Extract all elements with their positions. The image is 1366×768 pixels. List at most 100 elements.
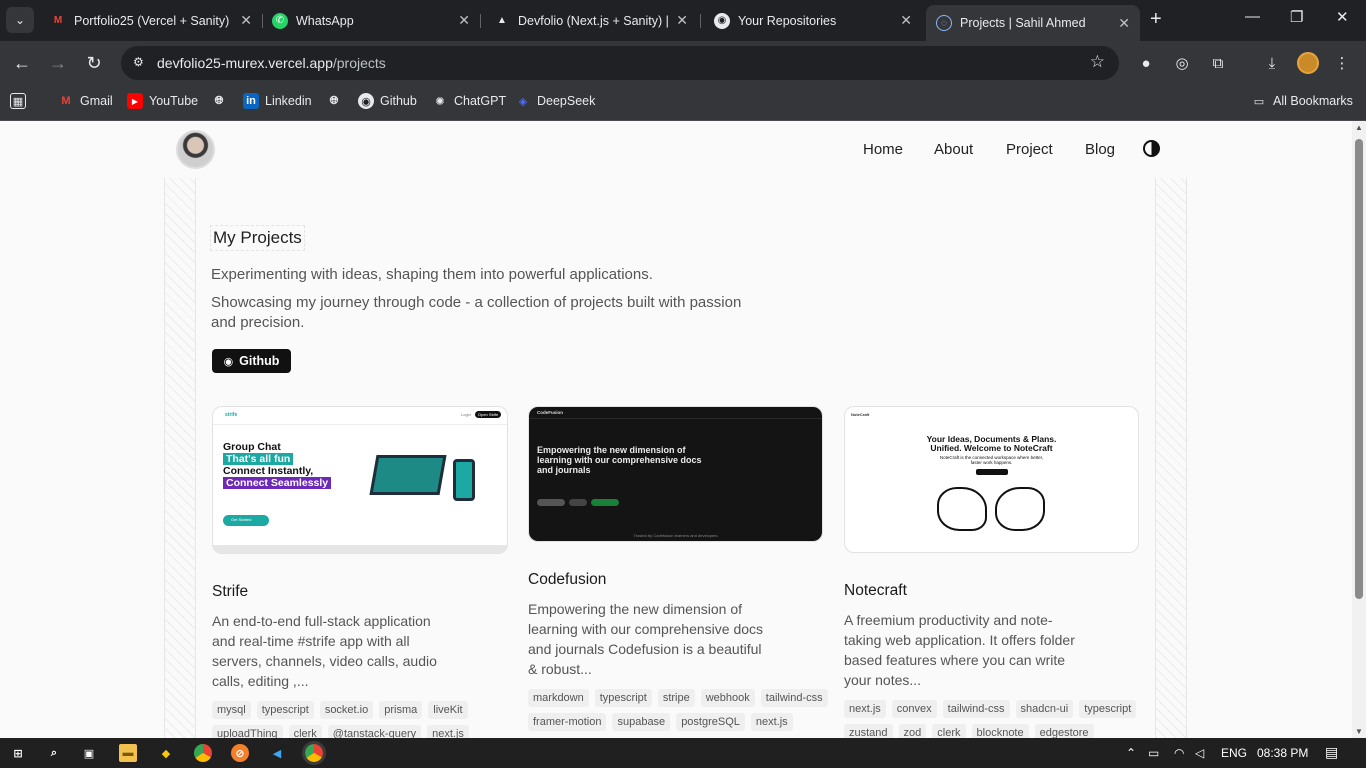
bookmark-deepseek[interactable]: ◈ DeepSeek bbox=[515, 93, 596, 109]
phone-illustration bbox=[453, 459, 475, 501]
tab-devfolio[interactable]: ▲ Devfolio (Next.js + Sanity) | s ✕ bbox=[484, 6, 698, 35]
close-tab-icon[interactable]: ✕ bbox=[676, 12, 688, 29]
language-indicator[interactable]: ENG bbox=[1221, 746, 1247, 760]
whatsapp-icon: ✆ bbox=[272, 12, 288, 29]
app-icon-orange[interactable]: ⊘ bbox=[231, 744, 249, 762]
tab-projects-active[interactable]: ◌ Projects | Sahil Ahmed ✕ bbox=[926, 5, 1140, 41]
file-explorer-icon[interactable]: ▬ bbox=[119, 744, 137, 762]
reload-icon[interactable]: ↻ bbox=[81, 50, 107, 76]
close-window-icon[interactable]: ✕ bbox=[1336, 8, 1349, 26]
close-tab-icon[interactable]: ✕ bbox=[240, 12, 252, 29]
site-settings-icon[interactable]: ⚙ bbox=[133, 55, 149, 71]
menu-kebab-icon[interactable]: ⋮ bbox=[1332, 53, 1352, 73]
nav-home[interactable]: Home bbox=[863, 141, 903, 158]
clock[interactable]: 08:38 PM bbox=[1257, 746, 1308, 760]
person-illustration bbox=[937, 487, 987, 531]
vscode-icon[interactable]: ◀ bbox=[268, 744, 286, 762]
tag: clerk bbox=[288, 725, 322, 738]
tag: prisma bbox=[379, 701, 423, 719]
wifi-icon[interactable]: ◠ bbox=[1174, 746, 1184, 760]
search-icon[interactable]: ⌕ bbox=[45, 744, 63, 762]
project-title[interactable]: Strife bbox=[212, 583, 248, 601]
app-icon[interactable]: ◆ bbox=[157, 744, 175, 762]
tag: zod bbox=[898, 724, 927, 738]
chrome-active-icon[interactable] bbox=[302, 741, 326, 765]
address-bar[interactable]: ⚙ devfolio25-murex.vercel.app/projects ☆ bbox=[121, 46, 1119, 80]
page-title: My Projects bbox=[210, 225, 305, 251]
extension-dot-icon[interactable]: ● bbox=[1136, 53, 1156, 73]
url-text[interactable]: devfolio25-murex.vercel.app/projects bbox=[157, 55, 386, 71]
nav-project[interactable]: Project bbox=[1006, 141, 1053, 158]
download-icon[interactable]: ⤓ bbox=[1262, 53, 1282, 73]
intro-text-2: Showcasing my journey through code - a c… bbox=[211, 294, 742, 331]
tab-portfolio25[interactable]: M Portfolio25 (Vercel + Sanity) - ✕ bbox=[40, 6, 262, 35]
tab-title: WhatsApp bbox=[296, 13, 354, 28]
site-avatar[interactable] bbox=[176, 130, 215, 169]
gmail-icon: M bbox=[53, 15, 63, 26]
minimize-icon[interactable]: — bbox=[1245, 8, 1260, 25]
globe-icon: 🌐︎ bbox=[329, 94, 339, 107]
profile-avatar[interactable] bbox=[1297, 52, 1319, 74]
tag: shadcn-ui bbox=[1015, 700, 1074, 718]
project-thumbnail-strife[interactable]: strife Login Open Strife Group Chat That… bbox=[212, 406, 508, 554]
bookmark-youtube[interactable]: ▶ YouTube bbox=[127, 93, 198, 109]
bookmark-globe-1[interactable]: 🌐︎ bbox=[211, 93, 233, 109]
theme-toggle-icon[interactable] bbox=[1143, 140, 1160, 157]
tag: socket.io bbox=[319, 701, 374, 719]
task-view-icon[interactable]: ▣ bbox=[80, 744, 98, 762]
page-scrollbar[interactable]: ▲ ▼ bbox=[1352, 121, 1366, 738]
tag: supabase bbox=[612, 713, 671, 731]
tab-repositories[interactable]: ◉ Your Repositories ✕ bbox=[704, 6, 922, 35]
apps-grid-icon[interactable]: ▦ bbox=[10, 93, 32, 109]
tab-search-chevron-icon[interactable]: ⌄ bbox=[6, 7, 34, 33]
bookmark-globe-2[interactable]: 🌐︎ bbox=[326, 93, 348, 109]
extensions-puzzle-icon[interactable]: ⧉ bbox=[1208, 53, 1228, 73]
tag: uploadThing bbox=[212, 725, 283, 738]
scroll-down-icon[interactable]: ▼ bbox=[1355, 727, 1363, 736]
windows-taskbar: ⊞ ⌕ ▣ ▬ ◆ ⊘ ◀ ⌃ ▭ ◠ ◁ ENG 08:38 PM ▤ bbox=[0, 738, 1366, 768]
close-tab-icon[interactable]: ✕ bbox=[1118, 15, 1130, 32]
target-extension-icon[interactable]: ◎ bbox=[1172, 53, 1192, 73]
tab-whatsapp[interactable]: ✆ WhatsApp ✕ bbox=[262, 6, 480, 35]
project-title[interactable]: Codefusion bbox=[528, 571, 606, 589]
github-button[interactable]: ◉ Github bbox=[212, 349, 291, 373]
scroll-up-icon[interactable]: ▲ bbox=[1355, 123, 1363, 132]
close-tab-icon[interactable]: ✕ bbox=[458, 12, 470, 29]
project-thumbnail-codefusion[interactable]: CodeFusion Empowering the new dimension … bbox=[528, 406, 823, 542]
nav-blog[interactable]: Blog bbox=[1085, 141, 1115, 158]
all-bookmarks[interactable]: ▭ All Bookmarks bbox=[1251, 93, 1353, 109]
bookmarks-bar: ▦ M Gmail ▶ YouTube 🌐︎ in Linkedin 🌐︎ ◉ Gith… bbox=[0, 85, 1366, 121]
site-icon: ◌ bbox=[936, 15, 952, 31]
scrollbar-thumb[interactable] bbox=[1355, 139, 1363, 599]
tray-chevron-up-icon[interactable]: ⌃ bbox=[1126, 746, 1136, 760]
notification-icon[interactable]: ▤ bbox=[1325, 744, 1338, 761]
bookmark-chatgpt[interactable]: ✺ ChatGPT bbox=[432, 93, 506, 109]
tag: convex bbox=[891, 700, 937, 718]
project-description: An end-to-end full-stack application and… bbox=[212, 613, 437, 689]
chrome-icon[interactable] bbox=[194, 744, 212, 762]
intro-text: Experimenting with ideas, shaping them i… bbox=[211, 266, 653, 283]
windows-start-icon[interactable]: ⊞ bbox=[9, 744, 27, 762]
bookmark-star-icon[interactable]: ☆ bbox=[1090, 52, 1105, 72]
tab-strip: ⌄ M Portfolio25 (Vercel + Sanity) - ✕ ✆ … bbox=[0, 0, 1366, 41]
person-illustration bbox=[995, 487, 1045, 531]
vercel-icon: ▲ bbox=[497, 15, 507, 26]
bookmark-gmail[interactable]: M Gmail bbox=[58, 93, 112, 109]
bookmark-github[interactable]: ◉ Github bbox=[358, 93, 417, 109]
bookmark-linkedin[interactable]: in Linkedin bbox=[243, 93, 312, 109]
tag: typescript bbox=[594, 689, 652, 707]
battery-icon[interactable]: ▭ bbox=[1148, 746, 1159, 760]
project-thumbnail-notecraft[interactable]: NoteCraft Your Ideas, Documents & Plans.… bbox=[844, 406, 1139, 553]
restore-icon[interactable]: ❐ bbox=[1290, 8, 1303, 26]
forward-arrow-icon[interactable]: → bbox=[45, 50, 71, 76]
laptop-illustration bbox=[369, 455, 447, 495]
new-tab-plus-icon[interactable]: + bbox=[1150, 8, 1162, 31]
tab-title: Devfolio (Next.js + Sanity) | s bbox=[518, 13, 669, 28]
back-arrow-icon[interactable]: ← bbox=[9, 50, 35, 76]
tag: zustand bbox=[844, 724, 893, 738]
close-tab-icon[interactable]: ✕ bbox=[900, 12, 912, 29]
project-title[interactable]: Notecraft bbox=[844, 582, 907, 600]
volume-icon[interactable]: ◁ bbox=[1195, 746, 1204, 760]
nav-about[interactable]: About bbox=[934, 141, 973, 158]
right-stripe-decoration bbox=[1155, 178, 1187, 738]
